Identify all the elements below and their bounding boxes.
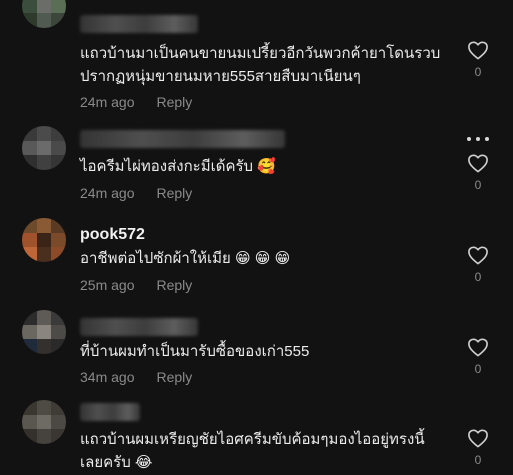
like-button[interactable]: 0 bbox=[466, 337, 490, 376]
username-blurred[interactable] bbox=[80, 15, 198, 33]
avatar[interactable] bbox=[22, 400, 66, 444]
timestamp: 25m ago bbox=[80, 277, 135, 293]
reply-button[interactable]: Reply bbox=[156, 369, 192, 385]
heart-outline-icon bbox=[468, 41, 488, 60]
username[interactable]: pook572 bbox=[80, 226, 145, 244]
like-count: 0 bbox=[474, 178, 482, 192]
avatar[interactable] bbox=[22, 126, 66, 170]
like-button[interactable]: 0 bbox=[466, 153, 490, 192]
comment-text: อาชีพต่อไปซักผ้าให้เมีย 😁 😁 😁 bbox=[80, 250, 291, 267]
more-dots-icon[interactable] bbox=[467, 135, 489, 143]
comment-meta: 34m ago Reply bbox=[80, 369, 192, 385]
reply-button[interactable]: Reply bbox=[156, 277, 192, 293]
comment-text: แถวบ้านมาเป็นคนขายนมเปรี้ยวอีกวันพวกค้าย… bbox=[80, 45, 441, 85]
comment-text: ไอครีมไผ่ทองส่งกะมีเด้ครับ 🥰 bbox=[80, 158, 276, 175]
username-blurred[interactable] bbox=[80, 130, 285, 148]
heart-outline-icon bbox=[468, 338, 488, 357]
timestamp: 24m ago bbox=[80, 94, 135, 110]
like-button[interactable]: 0 bbox=[466, 40, 490, 79]
avatar[interactable] bbox=[22, 218, 66, 262]
heart-outline-icon bbox=[468, 429, 488, 448]
heart-outline-icon bbox=[468, 246, 488, 265]
heart-outline-icon bbox=[468, 154, 488, 173]
avatar[interactable] bbox=[22, 0, 66, 28]
timestamp: 34m ago bbox=[80, 369, 135, 385]
like-count: 0 bbox=[474, 270, 482, 284]
avatar[interactable] bbox=[22, 310, 66, 354]
reply-button[interactable]: Reply bbox=[156, 94, 192, 110]
like-count: 0 bbox=[474, 362, 482, 376]
comment-text: แถวบ้านผมเหรียญชัยไอศครีมขับค้อมๆมองไออย… bbox=[80, 431, 425, 471]
comment-meta: 24m ago Reply bbox=[80, 185, 192, 201]
like-count: 0 bbox=[474, 453, 482, 467]
like-button[interactable]: 0 bbox=[466, 245, 490, 284]
username-blurred[interactable] bbox=[80, 318, 198, 336]
like-button[interactable]: 0 bbox=[466, 428, 490, 467]
reply-button[interactable]: Reply bbox=[156, 185, 192, 201]
like-count: 0 bbox=[474, 65, 482, 79]
comment-meta: 25m ago Reply bbox=[80, 277, 192, 293]
timestamp: 24m ago bbox=[80, 185, 135, 201]
comment-text: ที่บ้านผมทำเป็นมารับซื้อของเก่า555 bbox=[80, 343, 310, 360]
username-blurred[interactable] bbox=[80, 403, 140, 421]
comment-meta: 24m ago Reply bbox=[80, 94, 192, 110]
